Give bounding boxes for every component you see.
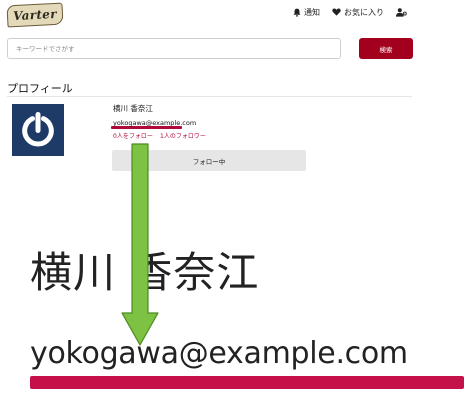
nav-notifications[interactable]: 通知 bbox=[293, 5, 320, 19]
heart-icon bbox=[332, 8, 341, 16]
page-title: プロフィール bbox=[7, 82, 73, 95]
user-settings-icon bbox=[396, 7, 407, 17]
logo-text: Varter bbox=[12, 6, 58, 24]
search-button[interactable]: 検索 bbox=[359, 38, 413, 59]
following-count-link[interactable]: 0人をフォロー bbox=[113, 131, 153, 140]
app-logo[interactable]: Varter bbox=[6, 2, 64, 28]
nav-account[interactable] bbox=[396, 5, 407, 19]
nav-favorites[interactable]: お気に入り bbox=[332, 5, 384, 19]
callout-arrow bbox=[121, 143, 159, 346]
zoomed-email-highlight bbox=[30, 376, 464, 389]
power-icon bbox=[22, 112, 54, 147]
profile-name: 横川 香奈江 bbox=[113, 104, 153, 113]
nav-notifications-label: 通知 bbox=[304, 7, 320, 17]
profile-email: yokogawa@example.com bbox=[113, 119, 197, 127]
bell-icon bbox=[293, 8, 301, 17]
search-input[interactable] bbox=[7, 38, 341, 59]
avatar bbox=[12, 104, 64, 156]
zoomed-email: yokogawa@example.com bbox=[30, 336, 408, 371]
section-divider bbox=[7, 96, 412, 97]
followers-count-link[interactable]: 1人のフォロワー bbox=[160, 131, 206, 140]
nav-favorites-label: お気に入り bbox=[344, 7, 384, 17]
